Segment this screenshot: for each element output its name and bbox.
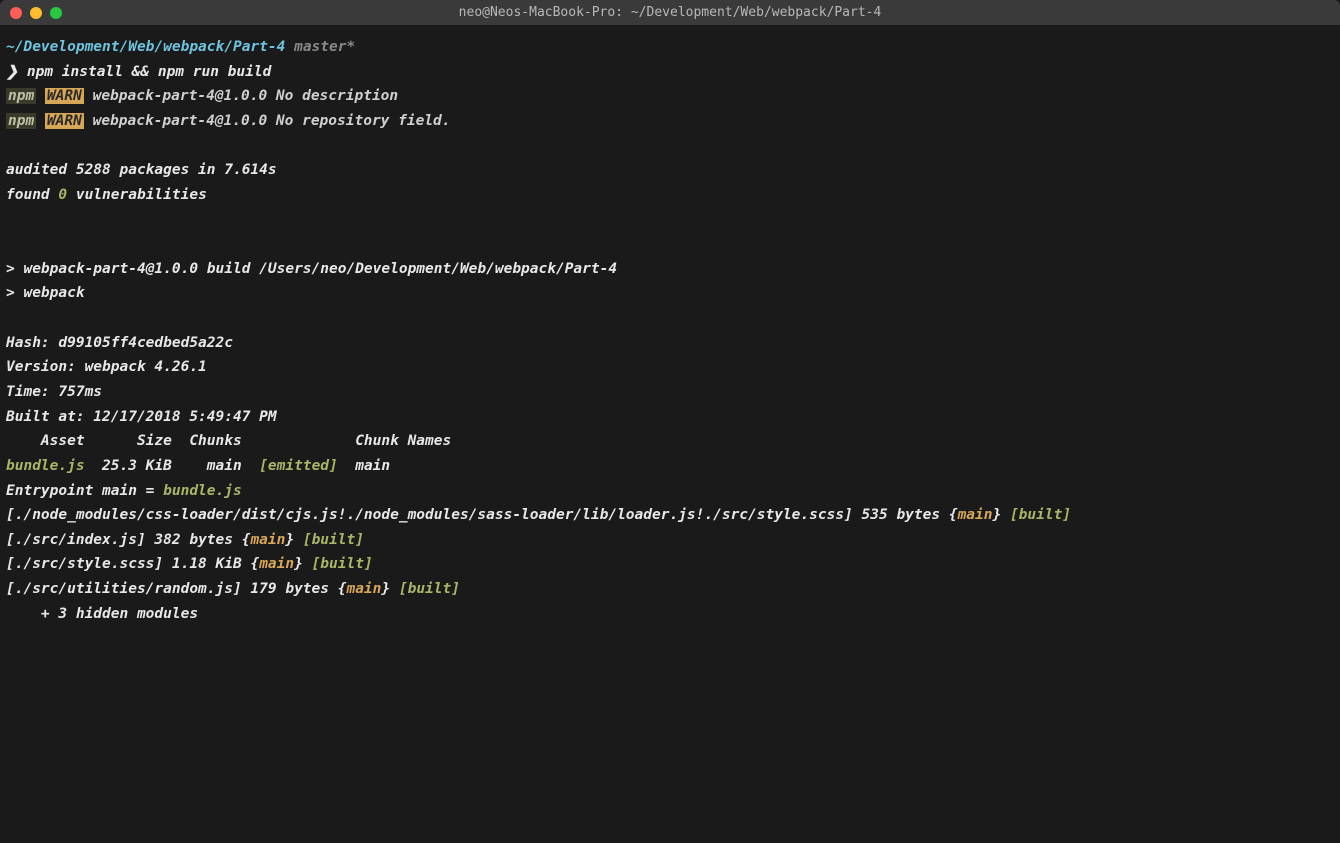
- module-chunk: main: [250, 532, 285, 548]
- brace-close: }: [294, 556, 311, 572]
- warning-message: webpack-part-4@1.0.0 No repository field…: [84, 113, 451, 129]
- brace-close: }: [992, 507, 1009, 523]
- built-at-line: Built at: 12/17/2018 5:49:47 PM: [6, 405, 1334, 430]
- found-prefix: found: [6, 187, 58, 203]
- prompt-path: ~/Development/Web/webpack/Part-4: [6, 39, 285, 55]
- module-status: [built]: [312, 556, 373, 572]
- brace-close: }: [381, 581, 398, 597]
- npm-warning: npm WARN webpack-part-4@1.0.0 No descrip…: [6, 84, 1334, 109]
- npm-warning: npm WARN webpack-part-4@1.0.0 No reposit…: [6, 109, 1334, 134]
- audit-line: audited 5288 packages in 7.614s: [6, 158, 1334, 183]
- module-size: 535 bytes: [853, 507, 949, 523]
- module-path: [./src/index.js]: [6, 532, 146, 548]
- module-size: 1.18 KiB: [163, 556, 250, 572]
- module-line: [./src/style.scss] 1.18 KiB {main} [buil…: [6, 552, 1334, 577]
- terminal-output[interactable]: ~/Development/Web/webpack/Part-4 master*…: [0, 25, 1340, 636]
- module-chunk: main: [259, 556, 294, 572]
- asset-row: bundle.js 25.3 KiB main [emitted] main: [6, 454, 1334, 479]
- hidden-modules: + 3 hidden modules: [6, 602, 1334, 627]
- module-status: [built]: [399, 581, 460, 597]
- script-header: > webpack-part-4@1.0.0 build /Users/neo/…: [6, 257, 1334, 282]
- command-line: ❯ npm install && npm run build: [6, 60, 1334, 85]
- entrypoint-file: bundle.js: [163, 483, 242, 499]
- npm-badge: npm: [6, 113, 36, 129]
- version-line: Version: webpack 4.26.1: [6, 355, 1334, 380]
- blank-line: [6, 232, 1334, 257]
- warn-badge: WARN: [45, 88, 84, 104]
- module-path: [./src/style.scss]: [6, 556, 163, 572]
- module-path: [./src/utilities/random.js]: [6, 581, 242, 597]
- prompt-line: ~/Development/Web/webpack/Part-4 master*: [6, 35, 1334, 60]
- time-line: Time: 757ms: [6, 380, 1334, 405]
- module-path: [./node_modules/css-loader/dist/cjs.js!.…: [6, 507, 853, 523]
- emitted-tag: [emitted]: [259, 458, 338, 474]
- close-icon[interactable]: [10, 7, 22, 19]
- module-line: [./node_modules/css-loader/dist/cjs.js!.…: [6, 503, 1334, 528]
- module-line: [./src/utilities/random.js] 179 bytes {m…: [6, 577, 1334, 602]
- entrypoint-prefix: Entrypoint main =: [6, 483, 163, 499]
- hash-line: Hash: d99105ff4cedbed5a22c: [6, 331, 1334, 356]
- asset-table-header: Asset Size Chunks Chunk Names: [6, 429, 1334, 454]
- blank-line: [6, 207, 1334, 232]
- vulnerabilities-line: found 0 vulnerabilities: [6, 183, 1334, 208]
- npm-badge: npm: [6, 88, 36, 104]
- entrypoint-line: Entrypoint main = bundle.js: [6, 479, 1334, 504]
- traffic-lights: [0, 7, 62, 19]
- module-line: [./src/index.js] 382 bytes {main} [built…: [6, 528, 1334, 553]
- vuln-count: 0: [58, 187, 67, 203]
- command-text: npm install && npm run build: [27, 64, 271, 80]
- chunk-name: main: [338, 458, 390, 474]
- warn-badge: WARN: [45, 113, 84, 129]
- module-status: [built]: [303, 532, 364, 548]
- minimize-icon[interactable]: [30, 7, 42, 19]
- asset-size: 25.3 KiB main: [85, 458, 260, 474]
- asset-name: bundle.js: [6, 458, 85, 474]
- window-titlebar: neo@Neos-MacBook-Pro: ~/Development/Web/…: [0, 0, 1340, 25]
- git-branch: master*: [294, 39, 355, 55]
- module-chunk: main: [346, 581, 381, 597]
- warning-message: webpack-part-4@1.0.0 No description: [84, 88, 398, 104]
- window-title: neo@Neos-MacBook-Pro: ~/Development/Web/…: [0, 5, 1340, 20]
- brace-open: {: [949, 507, 958, 523]
- script-command: > webpack: [6, 281, 1334, 306]
- brace-close: }: [285, 532, 302, 548]
- found-suffix: vulnerabilities: [67, 187, 207, 203]
- module-size: 179 bytes: [242, 581, 338, 597]
- maximize-icon[interactable]: [50, 7, 62, 19]
- brace-open: {: [250, 556, 259, 572]
- module-chunk: main: [958, 507, 993, 523]
- blank-line: [6, 306, 1334, 331]
- blank-line: [6, 134, 1334, 159]
- prompt-symbol: ❯: [6, 64, 18, 80]
- module-status: [built]: [1010, 507, 1071, 523]
- module-size: 382 bytes: [146, 532, 242, 548]
